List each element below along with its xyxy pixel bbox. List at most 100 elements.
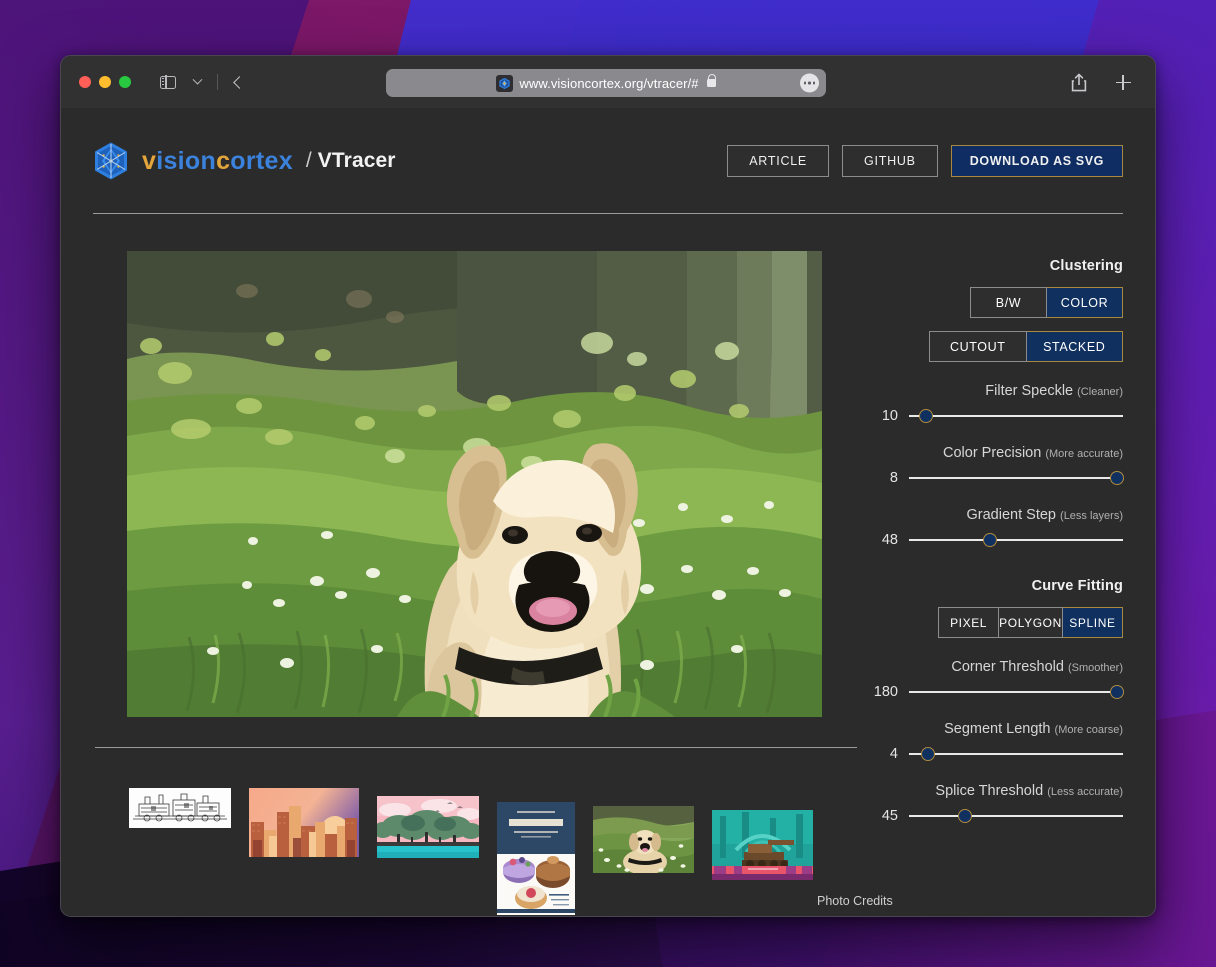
site-header: visioncortex / VTracer ARTICLE GITHUB DO… bbox=[93, 109, 1123, 213]
color-precision-slider[interactable] bbox=[909, 470, 1124, 486]
filter-speckle-row: 10 bbox=[867, 408, 1123, 424]
filter-speckle-value: 10 bbox=[881, 408, 898, 424]
chevron-left-icon bbox=[232, 75, 246, 89]
brand-letter-c: c bbox=[216, 146, 231, 175]
gradient-step-slider[interactable] bbox=[909, 532, 1123, 548]
github-button[interactable]: GITHUB bbox=[842, 145, 938, 177]
corner-threshold-value: 180 bbox=[873, 684, 898, 700]
mode-bw-button[interactable]: B/W bbox=[970, 287, 1047, 318]
curve-pixel-button[interactable]: PIXEL bbox=[938, 607, 1000, 638]
toolbar-left-group bbox=[155, 70, 251, 94]
brand-wordmark: visioncortex bbox=[142, 147, 293, 176]
corner-threshold-label: Corner Threshold (Smoother) bbox=[867, 659, 1123, 675]
sidebar-toggle-button[interactable] bbox=[155, 70, 181, 94]
gradient-step-name: Gradient Step bbox=[966, 507, 1056, 523]
hierarchical-cutout-button[interactable]: CUTOUT bbox=[929, 331, 1027, 362]
share-button[interactable] bbox=[1065, 69, 1093, 97]
slider-track bbox=[909, 815, 1123, 817]
curve-fitting-section-title: Curve Fitting bbox=[1031, 578, 1123, 594]
pixel-art-tank-thumbnail[interactable] bbox=[712, 810, 813, 880]
slider-track bbox=[909, 477, 1123, 479]
visioncortex-logomark-icon bbox=[93, 141, 129, 181]
corner-threshold-name: Corner Threshold bbox=[951, 659, 1064, 675]
golden-retriever-photo-thumbnail[interactable] bbox=[593, 806, 694, 873]
slider-thumb[interactable] bbox=[1109, 685, 1124, 699]
new-tab-button[interactable] bbox=[1109, 69, 1137, 97]
corner-threshold-row: 180 bbox=[867, 684, 1124, 700]
gradient-step-label: Gradient Step (Less layers) bbox=[867, 507, 1123, 523]
download-as-svg-button[interactable]: DOWNLOAD AS SVG bbox=[950, 145, 1123, 177]
filter-speckle-slider[interactable] bbox=[909, 408, 1123, 424]
slider-thumb[interactable] bbox=[1109, 471, 1124, 485]
train-sketch-thumbnail[interactable] bbox=[129, 788, 231, 828]
chevron-down-icon bbox=[192, 74, 202, 85]
address-bar-url: www.visioncortex.org/vtracer/# bbox=[519, 75, 699, 91]
visioncortex-logo-icon bbox=[496, 74, 514, 92]
island-trees-thumbnail[interactable] bbox=[377, 796, 479, 858]
slider-track bbox=[909, 415, 1123, 417]
splice-threshold-hint: (Less accurate) bbox=[1047, 786, 1123, 798]
desktop-wallpaper: www.visioncortex.org/vtracer/# visioncor… bbox=[0, 0, 1216, 967]
slider-track bbox=[909, 753, 1123, 755]
slider-thumb[interactable] bbox=[919, 409, 934, 423]
curve-spline-button[interactable]: SPLINE bbox=[1062, 607, 1124, 638]
header-actions: ARTICLE GITHUB DOWNLOAD AS SVG bbox=[727, 145, 1123, 177]
splice-threshold-row: 45 bbox=[867, 808, 1123, 824]
browser-window: www.visioncortex.org/vtracer/# visioncor… bbox=[60, 55, 1156, 917]
clustering-mode-group: B/W COLOR bbox=[867, 287, 1123, 318]
clustering-hierarchical-group: CUTOUT STACKED bbox=[867, 331, 1123, 362]
sample-gallery bbox=[93, 748, 845, 915]
slider-track bbox=[909, 539, 1123, 541]
curve-fitting-group: PIXEL POLYGON SPLINE bbox=[867, 607, 1124, 638]
vectorized-golden-retriever-preview[interactable] bbox=[127, 251, 822, 717]
slider-thumb[interactable] bbox=[921, 747, 936, 761]
address-bar[interactable]: www.visioncortex.org/vtracer/# bbox=[386, 69, 826, 97]
brand-letter-v: v bbox=[142, 146, 157, 175]
clustering-section-title: Clustering bbox=[1049, 258, 1123, 274]
hierarchical-stacked-button[interactable]: STACKED bbox=[1026, 331, 1123, 362]
splice-threshold-value: 45 bbox=[881, 808, 898, 824]
corner-threshold-slider[interactable] bbox=[909, 684, 1124, 700]
segment-length-slider[interactable] bbox=[909, 746, 1123, 762]
gradient-step-value: 48 bbox=[881, 532, 898, 548]
maximize-window-button[interactable] bbox=[119, 76, 131, 88]
curve-polygon-button[interactable]: POLYGON bbox=[999, 607, 1063, 638]
dessert-poster-thumbnail[interactable] bbox=[497, 802, 575, 915]
segment-length-value: 4 bbox=[889, 746, 898, 762]
segment-length-row: 4 bbox=[867, 746, 1123, 762]
sidebar-dropdown-button[interactable] bbox=[184, 70, 210, 94]
browser-titlebar: www.visioncortex.org/vtracer/# bbox=[61, 56, 1155, 109]
mode-color-button[interactable]: COLOR bbox=[1047, 287, 1123, 318]
color-precision-row: 8 bbox=[867, 470, 1124, 486]
photo-credits-link[interactable]: Photo Credits bbox=[817, 894, 893, 908]
lock-icon bbox=[706, 74, 717, 87]
minimize-window-button[interactable] bbox=[99, 76, 111, 88]
brand-slash: / bbox=[305, 149, 312, 172]
color-precision-label: Color Precision (More accurate) bbox=[867, 445, 1123, 461]
article-button[interactable]: ARTICLE bbox=[727, 145, 830, 177]
slider-thumb[interactable] bbox=[983, 533, 998, 547]
segment-length-label: Segment Length (More coarse) bbox=[867, 721, 1123, 737]
color-precision-hint: (More accurate) bbox=[1045, 448, 1123, 460]
close-window-button[interactable] bbox=[79, 76, 91, 88]
plus-icon bbox=[1115, 75, 1131, 90]
more-ellipsis-icon[interactable] bbox=[800, 73, 819, 93]
sidebar-toggle-icon bbox=[160, 75, 176, 89]
filter-speckle-name: Filter Speckle bbox=[985, 383, 1074, 399]
product-label: VTracer bbox=[317, 149, 396, 172]
preview-column: Photo Credits bbox=[93, 251, 893, 915]
color-precision-name: Color Precision bbox=[943, 445, 1042, 461]
splice-threshold-slider[interactable] bbox=[909, 808, 1123, 824]
segment-length-hint: (More coarse) bbox=[1054, 724, 1123, 736]
color-precision-value: 8 bbox=[889, 470, 898, 486]
slider-thumb[interactable] bbox=[957, 809, 972, 823]
filter-speckle-label: Filter Speckle (Cleaner) bbox=[867, 383, 1123, 399]
city-skyline-thumbnail[interactable] bbox=[249, 788, 359, 857]
segment-length-name: Segment Length bbox=[944, 721, 1051, 737]
gradient-step-hint: (Less layers) bbox=[1060, 510, 1123, 522]
splice-threshold-label: Splice Threshold (Less accurate) bbox=[867, 783, 1123, 799]
filter-speckle-hint: (Cleaner) bbox=[1077, 386, 1123, 398]
brand-logo[interactable]: visioncortex / VTracer bbox=[93, 141, 396, 181]
back-button[interactable] bbox=[225, 70, 251, 94]
toolbar-right-group bbox=[1065, 56, 1137, 109]
